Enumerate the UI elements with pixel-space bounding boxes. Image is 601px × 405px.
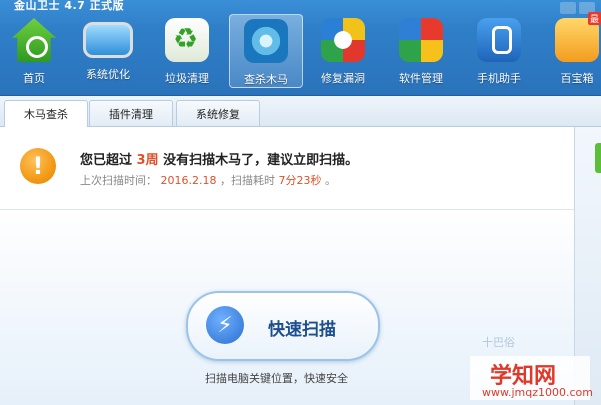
toolbar-label: 查杀木马 [244,73,288,86]
watermark-faint-text: 十巴俗 [482,336,515,349]
tab-strip: 木马查杀 插件清理 系统修复 [0,96,601,127]
repair-ring-icon [321,18,365,62]
tab-label: 系统修复 [196,107,240,121]
last-scan-date: 2016.2.18 [160,174,217,187]
alert-message: 您已超过 3周 没有扫描木马了，建议立即扫描。 [80,149,358,168]
toolbar-item-toolbox[interactable]: 最 百宝箱 [541,12,601,86]
toolbar-item-software-manager[interactable]: 软件管理 [385,14,457,86]
toolbar-label: 垃圾清理 [165,72,209,85]
lightning-icon: ⚡ [206,306,244,344]
quick-scan-label: 快速扫描 [268,320,336,340]
warning-icon: ! [20,148,56,184]
tab-system-repair[interactable]: 系统修复 [176,100,260,126]
tab-label: 插件清理 [109,107,153,121]
toolbar-item-trojan-scan[interactable]: 查杀木马 [229,14,303,88]
divider [0,209,574,210]
home-icon [12,18,56,62]
last-scan-label: 上次扫描时间： [80,174,157,187]
alert-suffix: 没有扫描木马了，建议立即扫描。 [163,153,359,168]
recycle-icon [165,18,209,62]
software-cube-icon [399,18,443,62]
toolbox-icon: 最 [555,12,601,62]
toolbar-label: 软件管理 [399,72,443,85]
monitor-icon [83,22,133,58]
toolbar-label: 修复漏洞 [321,72,365,85]
toolbar-item-system-optimize[interactable]: 系统优化 [72,14,144,86]
new-badge: 最 [587,12,601,25]
toolbar-label: 百宝箱 [560,72,594,85]
duration-label: ，扫描耗时 [219,174,275,187]
radar-icon [244,19,288,63]
toolbar-label: 首页 [23,72,45,85]
quick-scan-button[interactable]: ⚡ 快速扫描 [186,291,380,361]
duration-value: 7分23秒 [278,174,322,187]
tab-plugin-clean[interactable]: 插件清理 [89,100,173,126]
phone-android-icon [477,18,521,62]
toolbar-label: 系统优化 [86,68,130,81]
toolbar-item-junk-clean[interactable]: 垃圾清理 [151,14,223,86]
toolbar-item-home[interactable]: 首页 [0,14,70,86]
watermark-site-url: www.jmqz1000.com [482,386,593,399]
tab-trojan-scan[interactable]: 木马查杀 [4,100,88,127]
last-scan-info: 上次扫描时间： 2016.2.18 ，扫描耗时 7分23秒 。 [80,172,336,188]
toolbar-item-repair-vuln[interactable]: 修复漏洞 [307,14,379,86]
toolbar: 金山卫士 4.7 正式版 首页 系统优化 垃圾清理 查杀木马 修复漏洞 软件管理… [0,0,601,96]
toolbar-label: 手机助手 [477,72,521,85]
tab-label: 木马查杀 [24,108,68,121]
last-scan-end: 。 [324,174,336,187]
alert-prefix: 您已超过 [80,153,133,168]
shield-icon [595,143,601,173]
toolbar-item-phone-assistant[interactable]: 手机助手 [463,14,535,86]
alert-days: 3周 [136,153,159,168]
window-title: 金山卫士 4.7 正式版 [14,0,125,12]
quick-scan-hint: 扫描电脑关键位置，快速安全 [205,372,348,385]
minimize-button[interactable] [560,2,576,14]
